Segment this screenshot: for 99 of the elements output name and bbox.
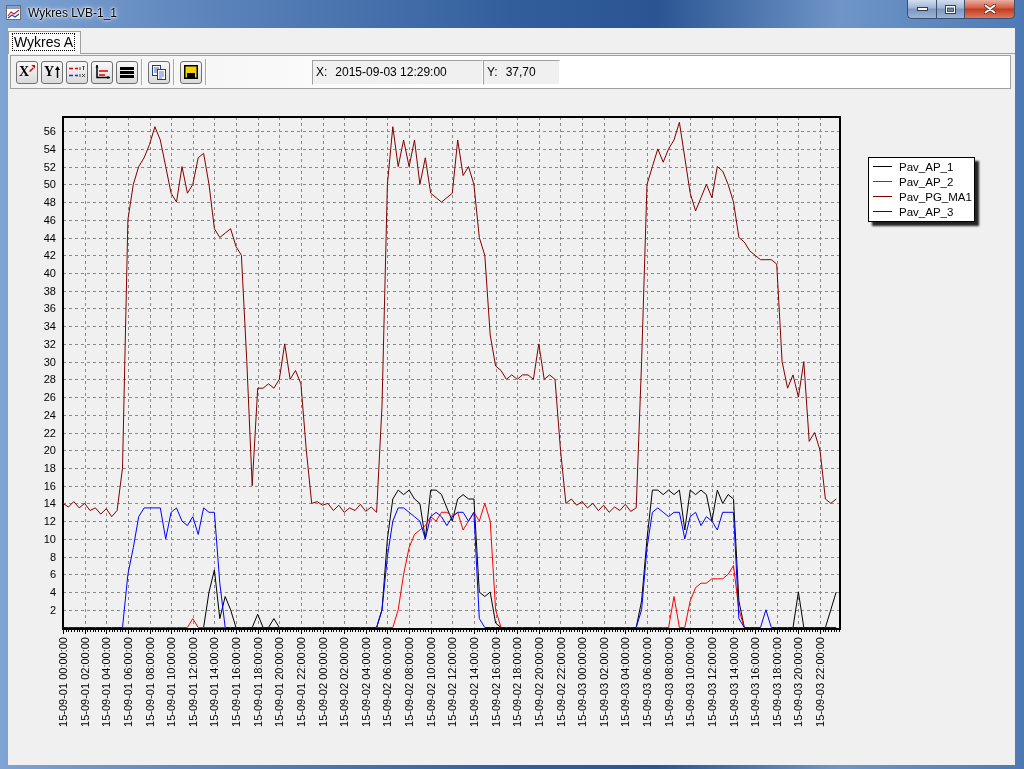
window-title: Wykres LVB-1_1 — [28, 6, 118, 20]
save-button[interactable] — [180, 60, 202, 84]
legend-line-icon — [873, 196, 892, 197]
x-tick-label: 15-09-02 08:00:00 — [403, 637, 416, 727]
y-tick-label: 38 — [43, 284, 56, 297]
x-axis-button[interactable]: X — [16, 60, 38, 84]
y-tick-label: 46 — [43, 213, 56, 226]
x-tick-label: 15-09-03 06:00:00 — [641, 637, 653, 727]
x-tick-label: 15-09-03 18:00:00 — [770, 637, 783, 727]
x-tick-label: 15-09-02 02:00:00 — [338, 637, 351, 727]
axes-button[interactable] — [91, 60, 113, 84]
minimize-button[interactable] — [907, 0, 936, 19]
readout-label: X: — [316, 65, 328, 79]
minimize-icon — [916, 7, 928, 11]
x-tick-label: 15-09-02 06:00:00 — [381, 637, 394, 727]
maximize-button[interactable] — [936, 0, 965, 19]
close-icon — [983, 4, 996, 14]
x-tick-label: 15-09-02 04:00:00 — [359, 637, 372, 727]
y-tick-label: 14 — [43, 497, 56, 510]
x-tick-label: 15-09-03 02:00:00 — [597, 637, 610, 727]
x-tick-label: 15-09-01 02:00:00 — [78, 637, 91, 727]
save-icon — [184, 65, 198, 79]
legend-label: Pav_AP_3 — [899, 205, 954, 218]
copy-button[interactable] — [148, 60, 170, 84]
close-button[interactable] — [965, 0, 1015, 19]
x-tick-label: 15-09-02 12:00:00 — [446, 637, 459, 727]
y-tick-label: 18 — [43, 461, 56, 474]
y-tick-label: 48 — [43, 196, 56, 209]
x-tick-label: 15-09-03 12:00:00 — [705, 637, 718, 727]
y-tick-label: 36 — [43, 302, 56, 315]
x-tick-label: 15-09-02 14:00:00 — [467, 637, 480, 727]
x-tick-label: 15-09-01 16:00:00 — [230, 637, 242, 727]
maximize-icon — [945, 4, 956, 14]
y-tick-label: 12 — [43, 515, 56, 528]
x-tick-label: 15-09-01 20:00:00 — [273, 637, 286, 727]
y-tick-label: 10 — [43, 532, 56, 545]
x-tick-label: 15-09-02 00:00:00 — [316, 637, 329, 727]
y-tick-label: 26 — [43, 391, 56, 404]
y-tick-label: 24 — [43, 408, 56, 421]
lines-button[interactable] — [116, 60, 138, 84]
x-tick-label: 15-09-02 20:00:00 — [532, 637, 545, 727]
x-tick-label: 15-09-03 14:00:00 — [727, 637, 740, 727]
series-button[interactable] — [66, 60, 88, 84]
chart-icon — [6, 5, 21, 20]
x-tick-label: 15-09-01 08:00:00 — [143, 637, 156, 727]
arrow-icon — [55, 66, 61, 78]
x-tick-label: 15-09-01 18:00:00 — [251, 637, 264, 727]
x-tick-label: 15-09-02 18:00:00 — [511, 637, 524, 727]
y-tick-label: 2 — [49, 603, 56, 616]
axes-icon — [94, 65, 110, 79]
legend-label: Pav_PG_MA1 — [899, 190, 972, 203]
y-tick-label: 32 — [43, 337, 56, 350]
y-tick-label: 34 — [43, 320, 56, 333]
x-tick-label: 15-09-01 04:00:00 — [100, 637, 113, 727]
y-tick-label: 20 — [43, 444, 56, 457]
legend-label: Pav_AP_1 — [899, 160, 954, 173]
y-tick-label: 50 — [43, 178, 56, 191]
x-tick-label: 15-09-01 14:00:00 — [208, 637, 221, 727]
x-tick-label: 15-09-03 10:00:00 — [684, 637, 697, 727]
legend-line-icon — [873, 166, 892, 167]
readout-value: 2015-09-03 12:29:00 — [335, 65, 447, 79]
y-tick-label: 6 — [49, 568, 56, 581]
x-tick-label: 15-09-01 12:00:00 — [186, 637, 199, 727]
y-tick-label: 4 — [49, 586, 56, 599]
y-axis-button[interactable]: Y — [41, 60, 63, 84]
legend-line-icon — [873, 181, 892, 182]
y-tick-label: 22 — [43, 426, 56, 439]
x-tick-label: 15-09-03 20:00:00 — [792, 637, 805, 727]
readout-value: 37,70 — [505, 65, 536, 79]
y-tick-label: 54 — [43, 142, 56, 155]
x-tick-label: 15-09-01 00:00:00 — [57, 637, 69, 727]
copy-icon — [152, 64, 166, 80]
x-tick-label: 15-09-01 06:00:00 — [121, 637, 134, 727]
y-tick-label: 56 — [43, 125, 56, 138]
y-tick-label: 28 — [43, 373, 56, 386]
legend-line-icon — [873, 211, 892, 212]
x-tick-label: 15-09-01 10:00:00 — [165, 637, 178, 727]
y-tick-label: 44 — [43, 231, 56, 244]
y-tick-label: 40 — [43, 267, 56, 279]
x-tick-label: 15-09-03 08:00:00 — [662, 637, 675, 727]
x-tick-label: 15-09-02 22:00:00 — [554, 637, 567, 727]
tab[interactable]: Wykres A — [8, 31, 81, 54]
lines-icon — [120, 66, 134, 78]
legend-label: Pav_AP_2 — [899, 175, 954, 188]
y-tick-label: 30 — [43, 355, 56, 368]
y-tick-label: 42 — [43, 249, 56, 262]
x-tick-label: 15-09-03 04:00:00 — [619, 637, 632, 727]
y-tick-label: 16 — [43, 479, 56, 492]
x-tick-label: 15-09-02 10:00:00 — [424, 637, 437, 727]
x-tick-label: 15-09-03 22:00:00 — [814, 637, 826, 727]
x-tick-label: 15-09-02 16:00:00 — [489, 637, 502, 727]
arrow-icon — [29, 64, 36, 72]
y-tick-label: 8 — [49, 550, 56, 563]
y-tick-label: 52 — [43, 160, 56, 173]
x-tick-label: 15-09-01 22:00:00 — [294, 637, 307, 727]
x-tick-label: 15-09-03 16:00:00 — [749, 637, 762, 727]
x-tick-label: 15-09-03 00:00:00 — [576, 637, 589, 727]
dashed-lines-icon — [69, 66, 85, 78]
readout-label: Y: — [487, 65, 498, 79]
